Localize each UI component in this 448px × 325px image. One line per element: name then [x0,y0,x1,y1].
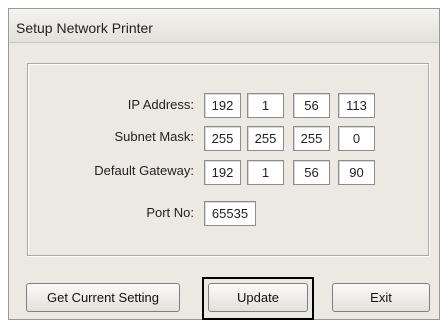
default-gateway-octet-2[interactable] [247,160,284,185]
subnet-mask-octet-3[interactable] [293,126,330,151]
subnet-mask-octet-2[interactable] [247,126,284,151]
get-current-setting-button[interactable]: Get Current Setting [26,283,180,312]
default-gateway-label: Default Gateway: [94,163,194,178]
setup-network-printer-dialog: Setup Network Printer IP Address: Subnet… [8,8,440,320]
update-button[interactable]: Update [208,283,308,312]
port-input[interactable] [204,201,256,226]
ip-address-octet-3[interactable] [293,93,330,118]
ip-address-octet-1[interactable] [204,93,241,118]
default-gateway-octet-4[interactable] [338,160,375,185]
exit-button[interactable]: Exit [332,283,430,312]
ip-address-label: IP Address: [127,97,194,112]
window-title: Setup Network Printer [16,20,153,36]
default-gateway-octet-3[interactable] [293,160,330,185]
ip-address-octet-2[interactable] [247,93,284,118]
port-label: Port No: [146,205,194,220]
subnet-mask-octet-4[interactable] [338,126,375,151]
subnet-mask-label: Subnet Mask: [114,129,195,144]
title-bar: Setup Network Printer [9,9,439,43]
subnet-mask-octet-1[interactable] [204,126,241,151]
default-gateway-octet-1[interactable] [204,160,241,185]
ip-address-octet-4[interactable] [338,93,375,118]
